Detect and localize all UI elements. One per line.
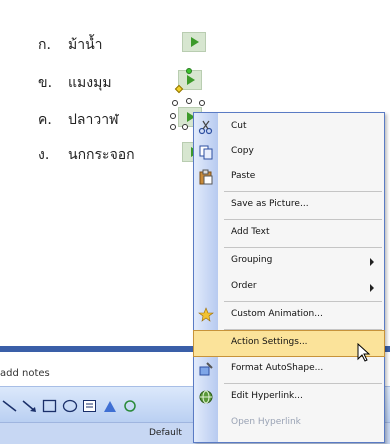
resize-handle-icon[interactable] <box>199 100 205 106</box>
choice-word: นกกระจอก <box>68 147 135 163</box>
oval-tool-icon[interactable] <box>62 399 78 413</box>
textbox-tool-icon[interactable] <box>82 399 98 413</box>
menu-item-save-as-picture[interactable]: Save as Picture... <box>194 193 384 218</box>
menu-item-open-hyperlink: Open Hyperlink <box>194 411 384 436</box>
menu-item-label: Action Settings... <box>231 337 308 347</box>
menu-item-action-settings[interactable]: Action Settings... <box>193 330 385 357</box>
menu-item-label: Edit Hyperlink... <box>231 391 303 401</box>
menu-item-cut[interactable]: Cut <box>194 115 384 140</box>
choice-letter: ค. <box>38 112 52 128</box>
star-animation-icon <box>198 307 214 323</box>
design-template-name: Default <box>149 428 182 438</box>
menu-item-label: Grouping <box>231 255 273 265</box>
choice-word: ปลาวาฬ <box>68 112 119 128</box>
play-sound-button[interactable] <box>182 32 206 52</box>
resize-handle-icon[interactable] <box>172 100 178 106</box>
menu-item-label: Add Text <box>231 227 270 237</box>
menu-item-label: Save as Picture... <box>231 199 309 209</box>
menu-separator <box>224 301 382 302</box>
menu-item-custom-animation[interactable]: Custom Animation... <box>194 303 384 328</box>
menu-item-label: Open Hyperlink <box>231 417 301 427</box>
choice-letter: ข. <box>38 75 53 91</box>
menu-item-label: Order <box>231 281 257 291</box>
menu-item-copy[interactable]: Copy <box>194 140 384 165</box>
arrow-tool-icon[interactable] <box>22 399 38 413</box>
resize-handle-icon[interactable] <box>170 124 176 130</box>
resize-handle-icon[interactable] <box>186 98 192 104</box>
rectangle-tool-icon[interactable] <box>42 399 58 413</box>
choice-word: แมงมุม <box>68 75 112 91</box>
menu-item-label: Copy <box>231 146 254 156</box>
submenu-arrow-icon <box>370 258 374 266</box>
menu-item-add-text[interactable]: Add Text <box>194 221 384 246</box>
choice-letter: ง. <box>38 147 50 163</box>
menu-item-label: Format AutoShape... <box>231 363 324 373</box>
resize-handle-icon[interactable] <box>170 113 176 119</box>
wordart-tool-icon[interactable] <box>102 399 118 413</box>
menu-item-edit-hyperlink[interactable]: Edit Hyperlink... <box>194 385 384 410</box>
context-menu: Cut Copy Paste Save as Picture... Add Te… <box>193 112 385 443</box>
menu-separator <box>224 329 382 330</box>
menu-item-format-autoshape[interactable]: Format AutoShape... <box>194 357 384 382</box>
copy-icon <box>198 144 214 160</box>
menu-item-paste[interactable]: Paste <box>194 165 384 190</box>
choice-word: ม้าน้ำ <box>68 37 103 53</box>
format-shape-icon <box>198 361 214 377</box>
mouse-pointer-icon <box>357 342 371 367</box>
menu-item-label: Cut <box>231 121 247 131</box>
hyperlink-icon <box>198 389 214 405</box>
notes-placeholder: add notes <box>0 368 50 379</box>
resize-handle-icon[interactable] <box>182 124 188 130</box>
rotate-handle-icon[interactable] <box>186 68 192 74</box>
menu-item-label: Custom Animation... <box>231 309 323 319</box>
menu-separator <box>224 219 382 220</box>
menu-item-order[interactable]: Order <box>194 275 384 300</box>
menu-separator <box>224 383 382 384</box>
menu-item-label: Paste <box>231 171 256 181</box>
line-tool-icon[interactable] <box>2 399 18 413</box>
choice-letter: ก. <box>38 37 51 53</box>
submenu-arrow-icon <box>370 284 374 292</box>
menu-separator <box>224 191 382 192</box>
diagram-tool-icon[interactable] <box>122 399 138 413</box>
clipboard-icon <box>198 169 214 185</box>
scissors-icon <box>198 119 214 135</box>
menu-separator <box>224 247 382 248</box>
menu-item-grouping[interactable]: Grouping <box>194 249 384 274</box>
